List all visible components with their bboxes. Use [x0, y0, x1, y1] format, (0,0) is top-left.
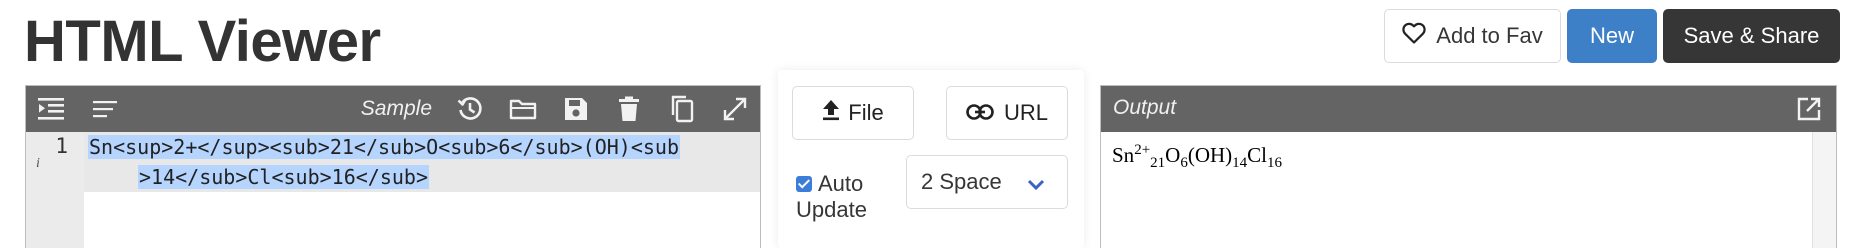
- auto-update-checkbox[interactable]: Auto Update: [796, 171, 886, 223]
- code-text[interactable]: Sn<sup>2+</sup><sub>21</sub>O<sub>6</sub…: [88, 132, 681, 192]
- formula-sn: Sn: [1112, 143, 1135, 167]
- indent-select-value: 2 Space: [921, 169, 1002, 194]
- url-button[interactable]: URL: [946, 86, 1068, 140]
- save-share-button[interactable]: Save & Share: [1663, 9, 1840, 63]
- trash-icon[interactable]: [614, 94, 644, 124]
- page-title: HTML Viewer: [24, 9, 381, 74]
- chevron-down-icon: [1027, 172, 1045, 198]
- save-icon[interactable]: [561, 94, 591, 124]
- editor-body[interactable]: i 1 Sn<sup>2+</sup><sub>21</sub>O<sub>6<…: [26, 132, 760, 248]
- formula-sup: 2+: [1134, 142, 1151, 158]
- file-button[interactable]: File: [792, 86, 914, 140]
- top-actions: Add to Fav New Save & Share: [1384, 9, 1840, 63]
- history-icon[interactable]: [455, 94, 485, 124]
- code-line-wrap: >14</sub>Cl<sub>16</sub>: [138, 165, 429, 189]
- formula-sub: 6: [1180, 155, 1188, 172]
- line-number: 1: [55, 134, 68, 158]
- url-label: URL: [1003, 100, 1048, 125]
- sample-button[interactable]: Sample: [361, 97, 432, 121]
- formula-o: O: [1165, 143, 1181, 167]
- output-label: Output: [1113, 96, 1177, 119]
- formula-sub: 14: [1232, 155, 1248, 172]
- options-panel: File URL Auto Update 2 Space: [778, 70, 1084, 248]
- file-label: File: [848, 100, 884, 125]
- output-scrollbar[interactable]: [1812, 132, 1836, 248]
- new-button[interactable]: New: [1567, 9, 1657, 63]
- formula-sub: 16: [1267, 155, 1282, 172]
- indent-select[interactable]: 2 Space: [906, 155, 1068, 209]
- wrap-lines-icon[interactable]: [90, 94, 120, 124]
- link-icon: [966, 100, 994, 126]
- checkbox-checked-icon[interactable]: [796, 176, 812, 192]
- formula-oh: (OH): [1187, 143, 1233, 167]
- output-toolbar: Output: [1101, 86, 1836, 132]
- output-panel: Output Sn2+21O6(OH)14Cl16: [1100, 85, 1837, 248]
- heart-icon: [1402, 22, 1426, 50]
- editor-toolbar: Sample: [26, 86, 760, 132]
- open-external-icon[interactable]: [1794, 94, 1824, 124]
- code-editor: Sample i 1 Sn<sup>2+</sup><sub>21</sub>O…: [25, 85, 761, 248]
- add-to-fav-button[interactable]: Add to Fav: [1384, 9, 1561, 63]
- formula-cl: Cl: [1247, 143, 1267, 167]
- folder-open-icon[interactable]: [508, 94, 538, 124]
- add-to-fav-label: Add to Fav: [1436, 23, 1543, 48]
- indent-icon[interactable]: [36, 94, 66, 124]
- fullscreen-icon[interactable]: [720, 94, 750, 124]
- code-line: Sn<sup>2+</sup><sub>21</sub>O<sub>6</sub…: [88, 135, 681, 159]
- formula-sub: 21: [1150, 155, 1166, 172]
- output-preview: Sn2+21O6(OH)14Cl16: [1101, 132, 1836, 248]
- copy-icon[interactable]: [667, 94, 697, 124]
- upload-icon: [822, 99, 840, 127]
- line-info-icon: i: [36, 156, 40, 171]
- rendered-formula: Sn2+21O6(OH)14Cl16: [1112, 142, 1282, 172]
- line-gutter: i 1: [26, 132, 84, 248]
